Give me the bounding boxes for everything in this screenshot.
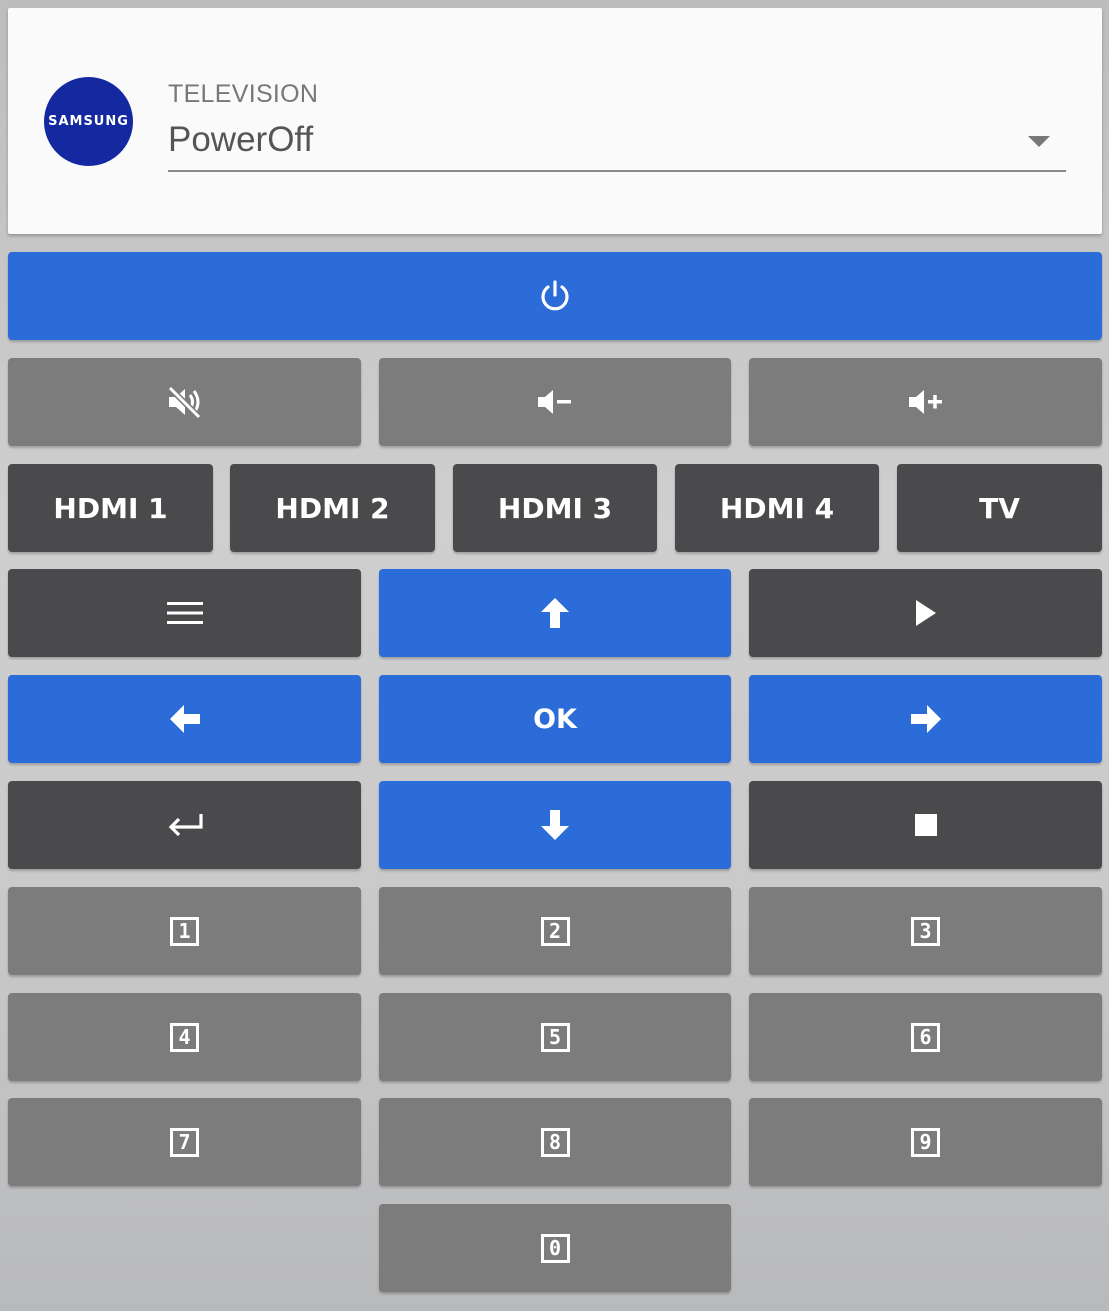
chevron-down-icon[interactable] [1028,136,1050,147]
power-button[interactable] [8,252,1102,340]
numeric-8-box-icon: 8 [540,1127,570,1157]
numeric-1-box-icon: 1 [170,916,199,946]
number-2-button[interactable]: 2 [379,887,731,975]
arrow-up-icon [541,598,569,628]
volume-up-button[interactable] [749,358,1102,446]
number-8-button[interactable]: 8 [379,1098,731,1186]
up-button[interactable] [379,569,731,657]
menu-button[interactable] [8,569,361,657]
number-6-button[interactable]: 6 [749,993,1102,1081]
samsung-logo: SAMSUNG [44,77,133,166]
tv-button[interactable]: TV [897,464,1102,552]
hdmi3-button[interactable]: HDMI 3 [453,464,657,552]
arrow-left-icon [169,705,200,733]
stop-icon [914,814,937,836]
mute-button[interactable] [8,358,361,446]
numeric-3-box-icon: 3 [911,916,940,946]
number-9-button[interactable]: 9 [749,1098,1102,1186]
numeric-0-box-icon: 0 [540,1233,570,1263]
number-0-button[interactable]: 0 [379,1204,731,1292]
numeric-6-box-icon: 6 [911,1022,940,1052]
number-1-button[interactable]: 1 [8,887,361,975]
menu-icon [166,602,203,624]
left-button[interactable] [8,675,361,763]
entity-card: SAMSUNG TELEVISION PowerOff [8,8,1102,234]
select-underline [168,170,1066,172]
samsung-logo-text: SAMSUNG [48,114,129,129]
numeric-7-box-icon: 7 [170,1127,199,1157]
stop-button[interactable] [749,781,1102,869]
arrow-down-icon [541,810,569,840]
arrow-right-icon [910,705,941,733]
play-icon [915,600,936,626]
number-5-button[interactable]: 5 [379,993,731,1081]
hdmi2-button[interactable]: HDMI 2 [230,464,435,552]
numeric-4-box-icon: 4 [170,1022,199,1052]
play-button[interactable] [749,569,1102,657]
right-button[interactable] [749,675,1102,763]
return-icon [168,814,203,837]
back-button[interactable] [8,781,361,869]
numeric-5-box-icon: 5 [540,1022,570,1052]
hdmi1-button[interactable]: HDMI 1 [8,464,213,552]
volume-mute-icon [167,385,201,419]
volume-up-icon [908,390,942,414]
down-button[interactable] [379,781,731,869]
numeric-2-box-icon: 2 [540,916,570,946]
volume-down-icon [538,390,571,414]
volume-down-button[interactable] [379,358,731,446]
number-7-button[interactable]: 7 [8,1098,361,1186]
ok-button[interactable]: OK [379,675,731,763]
select-label: TELEVISION [168,80,319,108]
hdmi4-button[interactable]: HDMI 4 [675,464,879,552]
number-4-button[interactable]: 4 [8,993,361,1081]
source-select[interactable]: PowerOff [168,120,313,160]
power-icon [541,280,569,311]
number-3-button[interactable]: 3 [749,887,1102,975]
numeric-9-box-icon: 9 [911,1127,940,1157]
